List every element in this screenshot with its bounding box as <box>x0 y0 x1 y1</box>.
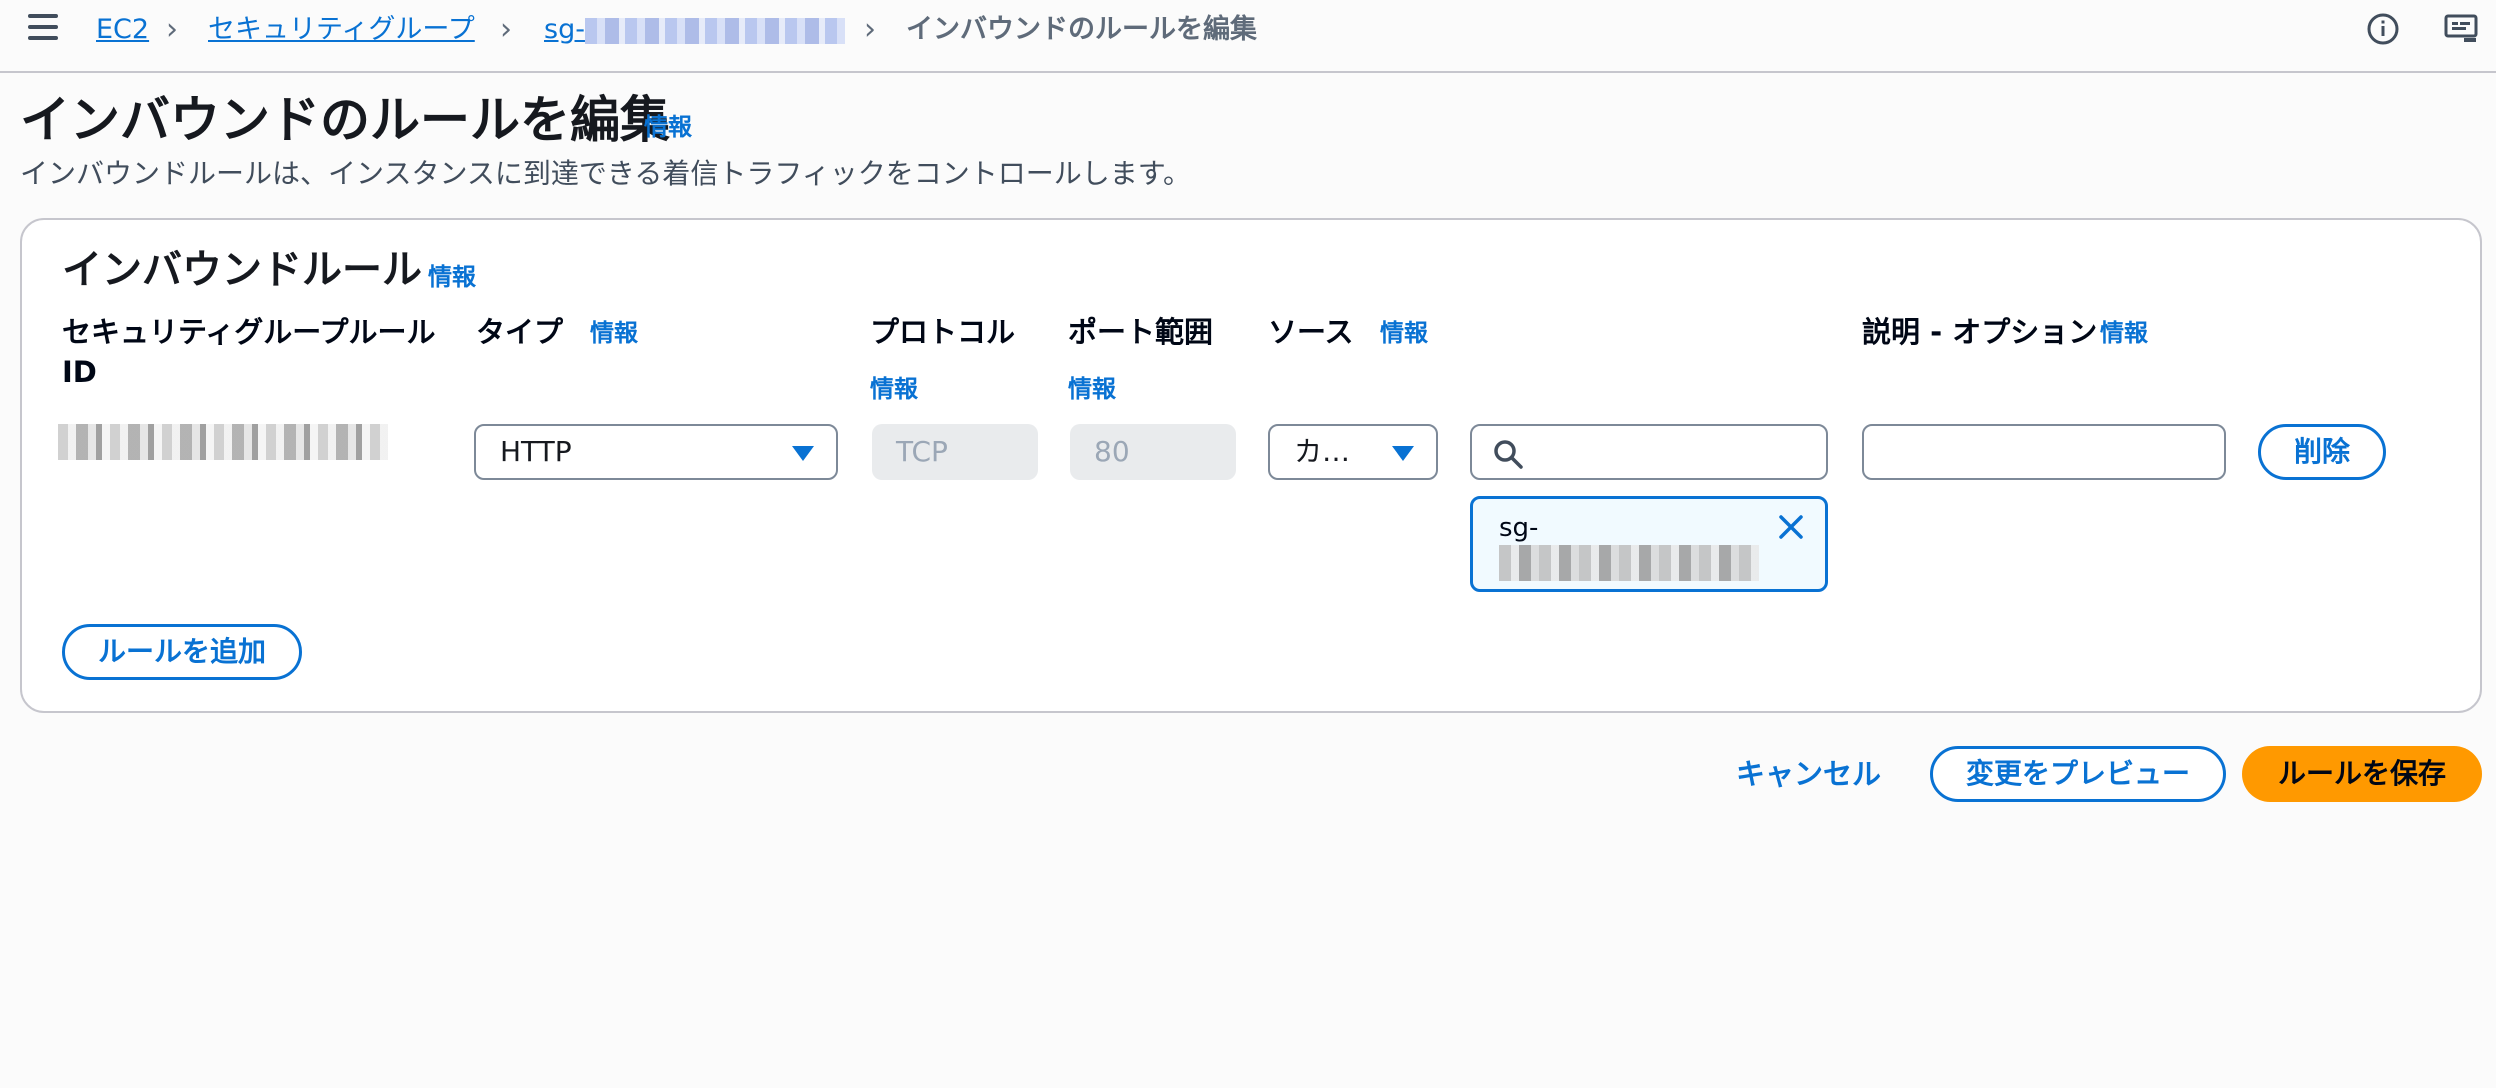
description-input[interactable] <box>1862 424 2226 480</box>
source-search-input[interactable] <box>1470 424 1828 480</box>
column-header-description: 説明 - オプション <box>1862 315 2098 349</box>
breadcrumb-security-groups[interactable]: セキュリティグループ <box>208 12 475 48</box>
top-navigation-bar: EC2 › セキュリティグループ › sg- › インバウンドのルールを編集 <box>0 0 2496 73</box>
token-label: sg- <box>1499 513 1539 543</box>
breadcrumb-sg-prefix: sg- <box>544 14 585 45</box>
caret-down-icon <box>792 446 814 461</box>
chevron-right-icon: › <box>864 12 876 47</box>
port-range-field: 80 <box>1070 424 1236 480</box>
column-header-rule-id-line1: セキュリティグループルール <box>62 315 436 349</box>
source-token: sg- <box>1470 496 1828 592</box>
breadcrumb-current-page: インバウンドのルールを編集 <box>906 14 1257 45</box>
redacted-sg-id <box>584 17 845 44</box>
port-range-info-link[interactable]: 情報 <box>1068 374 1116 404</box>
breadcrumb-ec2[interactable]: EC2 <box>96 12 149 48</box>
panel-title: インバウンドルール <box>62 247 422 293</box>
redacted-token-sg-id <box>1499 545 1759 581</box>
save-rules-button[interactable]: ルールを保存 <box>2242 746 2482 802</box>
cancel-button[interactable]: キャンセル <box>1736 754 1881 794</box>
column-header-rule-id: セキュリティグループルール ID <box>62 312 436 392</box>
close-icon[interactable] <box>1775 511 1807 543</box>
panel-info-link[interactable]: 情報 <box>428 262 476 292</box>
column-header-protocol: プロトコル <box>870 315 1016 349</box>
chevron-right-icon: › <box>500 12 512 47</box>
type-select[interactable]: HTTP <box>474 424 838 480</box>
protocol-info-link[interactable]: 情報 <box>870 374 918 404</box>
source-info-link[interactable]: 情報 <box>1380 318 1428 348</box>
chevron-right-icon: › <box>166 12 178 47</box>
caret-down-icon <box>1392 446 1414 461</box>
breadcrumb-security-group-id[interactable]: sg- <box>544 12 845 48</box>
type-info-link[interactable]: 情報 <box>590 318 638 348</box>
column-header-port-range: ポート範囲 <box>1068 315 1214 349</box>
column-header-rule-id-line2: ID <box>62 355 97 389</box>
page-info-link[interactable]: 情報 <box>644 112 692 142</box>
source-type-value: カ… <box>1294 435 1351 468</box>
page-title: インバウンドのルールを編集 <box>20 91 670 149</box>
source-type-select[interactable]: カ… <box>1268 424 1438 480</box>
redacted-rule-id <box>58 424 388 460</box>
page-description: インバウンドルールは、インスタンスに到達できる着信トラフィックをコントロールしま… <box>20 157 1191 190</box>
description-info-link[interactable]: 情報 <box>2100 318 2148 348</box>
type-select-value: HTTP <box>500 435 572 468</box>
delete-rule-button[interactable]: 削除 <box>2258 424 2386 480</box>
add-rule-button[interactable]: ルールを追加 <box>62 624 302 680</box>
column-header-type: タイプ <box>476 315 564 349</box>
hamburger-menu-icon[interactable] <box>28 14 58 40</box>
protocol-field: TCP <box>872 424 1038 480</box>
info-circle-icon[interactable] <box>2366 12 2400 46</box>
search-icon <box>1494 440 1523 469</box>
column-header-source: ソース <box>1268 315 1354 349</box>
feedback-screen-icon[interactable] <box>2444 12 2478 46</box>
preview-changes-button[interactable]: 変更をプレビュー <box>1930 746 2226 802</box>
